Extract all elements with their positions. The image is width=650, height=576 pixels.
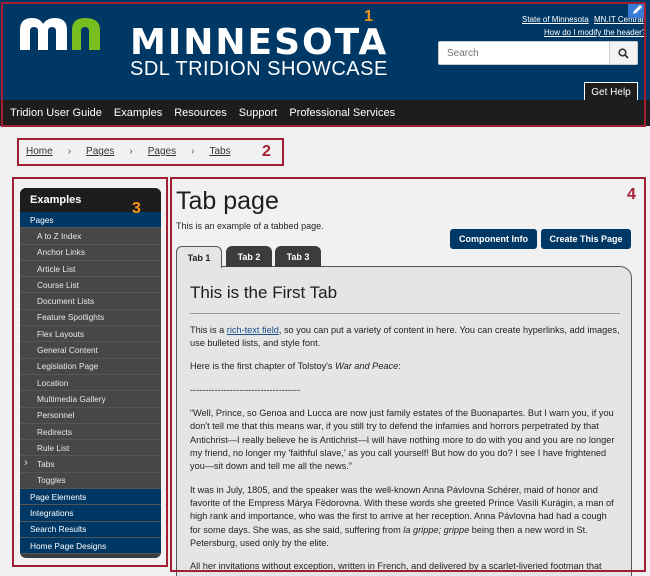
sidebar-item[interactable]: Page Elements (20, 489, 161, 506)
paragraph: Here is the first chapter of Tolstoy's W… (190, 361, 401, 372)
site-header: MINNESOTA SDL TRIDION SHOWCASE State of … (0, 0, 650, 101)
page-title: Tab page (176, 187, 279, 215)
annotation-number-2: 2 (262, 143, 271, 160)
modify-header-link[interactable]: How do I modify the header? (544, 28, 646, 37)
breadcrumb-home[interactable]: Home (26, 146, 53, 157)
sidebar-navigation: Examples Pages A to Z Index Anchor Links… (20, 188, 161, 558)
paragraph: This is a rich-text field, so you can pu… (190, 324, 620, 348)
tab-1[interactable]: Tab 1 (176, 246, 222, 268)
nav-tridion-user-guide[interactable]: Tridion User Guide (10, 107, 102, 119)
nav-professional-services[interactable]: Professional Services (289, 107, 395, 119)
nav-examples[interactable]: Examples (114, 107, 162, 119)
breadcrumb-separator-icon: › (191, 146, 195, 157)
sidebar-subitem[interactable]: Legislation Page (20, 358, 161, 375)
paragraph: All her invitations without exception, w… (190, 561, 602, 576)
paragraph: “Well, Prince, so Genoa and Lucca are no… (190, 408, 615, 472)
minnesota-logo-mark[interactable] (18, 14, 110, 52)
sidebar-subitem[interactable]: Flex Layouts (20, 326, 161, 343)
sidebar-item[interactable]: Home Page Designs (20, 537, 161, 555)
site-subtitle: SDL TRIDION SHOWCASE (130, 58, 388, 80)
sidebar-subitem[interactable]: Article List (20, 260, 161, 278)
annotation-number-1: 1 (364, 8, 373, 25)
sidebar-subitem[interactable]: Toggles (20, 472, 161, 490)
sidebar-subitem[interactable]: Multimedia Gallery (20, 391, 161, 408)
annotation-number-4: 4 (627, 186, 636, 203)
tab-panel: This is the First Tab This is a rich-tex… (176, 266, 632, 576)
search-button[interactable] (609, 42, 637, 64)
rich-text-field-link[interactable]: rich-text field (227, 325, 279, 335)
sidebar-subitem[interactable]: Redirects (20, 423, 161, 441)
sidebar-subitem[interactable]: General Content (20, 342, 161, 359)
breadcrumb-pages[interactable]: Pages (148, 146, 176, 157)
breadcrumb-separator-icon: › (67, 146, 72, 157)
logo-wordmark: MINNESOTA (130, 22, 389, 63)
sidebar-subitem[interactable]: Rule List (20, 440, 161, 457)
tab-2[interactable]: Tab 2 (226, 246, 272, 267)
tab-3[interactable]: Tab 3 (275, 246, 321, 267)
breadcrumb: Home › Pages › Pages › Tabs (26, 146, 231, 157)
create-this-page-button[interactable]: Create This Page (541, 229, 631, 249)
annotation-number-3: 3 (132, 200, 141, 217)
state-of-minnesota-link[interactable]: State of Minnesota (522, 15, 589, 24)
search-input[interactable] (439, 42, 609, 64)
sidebar-subitem[interactable]: Personnel (20, 407, 161, 424)
text-divider: ------------------------------------ (190, 384, 301, 395)
sidebar-subitem[interactable]: Location (20, 374, 161, 392)
breadcrumb-separator-icon: › (129, 146, 133, 157)
sidebar-item[interactable]: Integrations (20, 505, 161, 522)
page-intro: This is an example of a tabbed page. (176, 221, 324, 231)
nav-resources[interactable]: Resources (174, 107, 227, 119)
tab-heading: This is the First Tab (190, 281, 620, 314)
sidebar-subitem[interactable]: Document Lists (20, 293, 161, 310)
main-navigation: Tridion User Guide Examples Resources Su… (0, 100, 650, 126)
tab-panel-content: This is the First Tab This is a rich-tex… (190, 281, 620, 576)
sidebar-subitem[interactable]: Course List (20, 277, 161, 294)
nav-support[interactable]: Support (239, 107, 278, 119)
breadcrumb-examples[interactable]: Pages (86, 146, 114, 157)
sidebar-item[interactable]: Search Results (20, 521, 161, 538)
sidebar-subitem-active[interactable]: Tabs (20, 456, 161, 473)
edit-pencil-icon[interactable] (628, 2, 646, 18)
sidebar-subitem[interactable]: A to Z Index (20, 228, 161, 245)
book-title: War and Peace (335, 361, 399, 372)
sidebar-subitem[interactable]: Anchor Links (20, 244, 161, 261)
component-info-button[interactable]: Component Info (450, 229, 537, 249)
search-form (438, 41, 638, 65)
breadcrumb-tabs[interactable]: Tabs (209, 146, 230, 157)
paragraph: It was in July, 1805, and the speaker wa… (190, 484, 614, 549)
sidebar-subitem[interactable]: Feature Spotlights (20, 309, 161, 327)
search-icon (618, 47, 629, 59)
get-help-tab[interactable]: Get Help (584, 82, 638, 101)
